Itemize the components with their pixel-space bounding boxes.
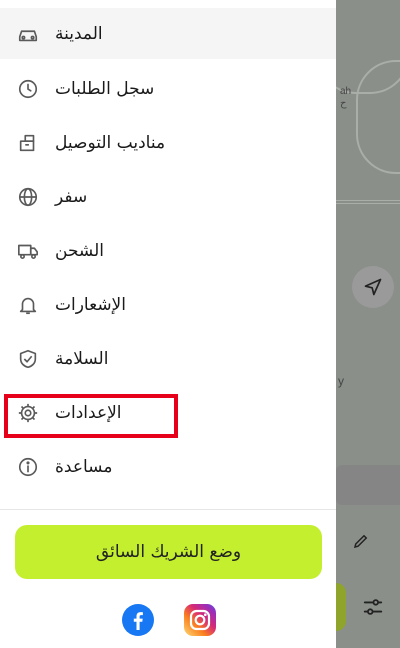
- menu-item-label: السلامة: [55, 349, 109, 369]
- filter-button[interactable]: [358, 592, 388, 622]
- gear-icon: [17, 402, 39, 424]
- menu-item-help[interactable]: مساعدة: [0, 440, 336, 494]
- menu-item-delivery-couriers[interactable]: مناديب التوصيل: [0, 116, 336, 170]
- map-place-label-ar: ح: [340, 98, 347, 109]
- menu-item-settings[interactable]: الإعدادات: [0, 386, 336, 440]
- drawer-menu: المدينة سجل الطلبات مناديب التوصيل سفر ا…: [0, 8, 336, 494]
- menu-item-label: الإعدادات: [55, 403, 122, 423]
- map-road: [356, 60, 400, 174]
- pencil-icon: [353, 534, 368, 549]
- navigation-arrow-icon: [364, 278, 382, 296]
- edit-button[interactable]: [346, 526, 376, 556]
- clock-icon: [17, 78, 39, 100]
- navigation-drawer: المدينة سجل الطلبات مناديب التوصيل سفر ا…: [0, 0, 336, 648]
- menu-item-label: سجل الطلبات: [55, 79, 155, 99]
- map-place-label: ah: [340, 86, 352, 97]
- menu-item-label: الإشعارات: [55, 295, 126, 315]
- green-action-button-edge[interactable]: [336, 583, 346, 631]
- driver-mode-button[interactable]: وضع الشريك السائق: [15, 525, 322, 579]
- menu-item-freight[interactable]: الشحن: [0, 224, 336, 278]
- map-road: [336, 200, 400, 204]
- menu-item-label: مناديب التوصيل: [55, 133, 166, 153]
- sliders-icon: [363, 599, 383, 615]
- shield-check-icon: [17, 348, 39, 370]
- facebook-icon: [122, 604, 154, 636]
- menu-item-safety[interactable]: السلامة: [0, 332, 336, 386]
- globe-icon: [17, 186, 39, 208]
- instagram-icon: [184, 604, 216, 636]
- menu-item-label: سفر: [55, 187, 88, 207]
- menu-item-city[interactable]: المدينة: [0, 8, 336, 59]
- facebook-link[interactable]: [122, 604, 154, 636]
- map-background[interactable]: ah ح y: [336, 0, 400, 648]
- menu-item-travel[interactable]: سفر: [0, 170, 336, 224]
- car-icon: [17, 23, 39, 45]
- menu-item-order-history[interactable]: سجل الطلبات: [0, 62, 336, 116]
- info-icon: [17, 456, 39, 478]
- menu-item-label: المدينة: [55, 23, 103, 44]
- map-partial-text: y: [338, 374, 344, 388]
- bell-icon: [17, 294, 39, 316]
- map-card: [336, 465, 400, 505]
- menu-item-label: مساعدة: [55, 457, 113, 477]
- menu-item-label: الشحن: [55, 241, 104, 261]
- truck-icon: [17, 240, 39, 262]
- locate-me-button[interactable]: [352, 266, 394, 308]
- instagram-link[interactable]: [184, 604, 216, 636]
- divider: [0, 509, 336, 510]
- package-icon: [17, 132, 39, 154]
- menu-item-notifications[interactable]: الإشعارات: [0, 278, 336, 332]
